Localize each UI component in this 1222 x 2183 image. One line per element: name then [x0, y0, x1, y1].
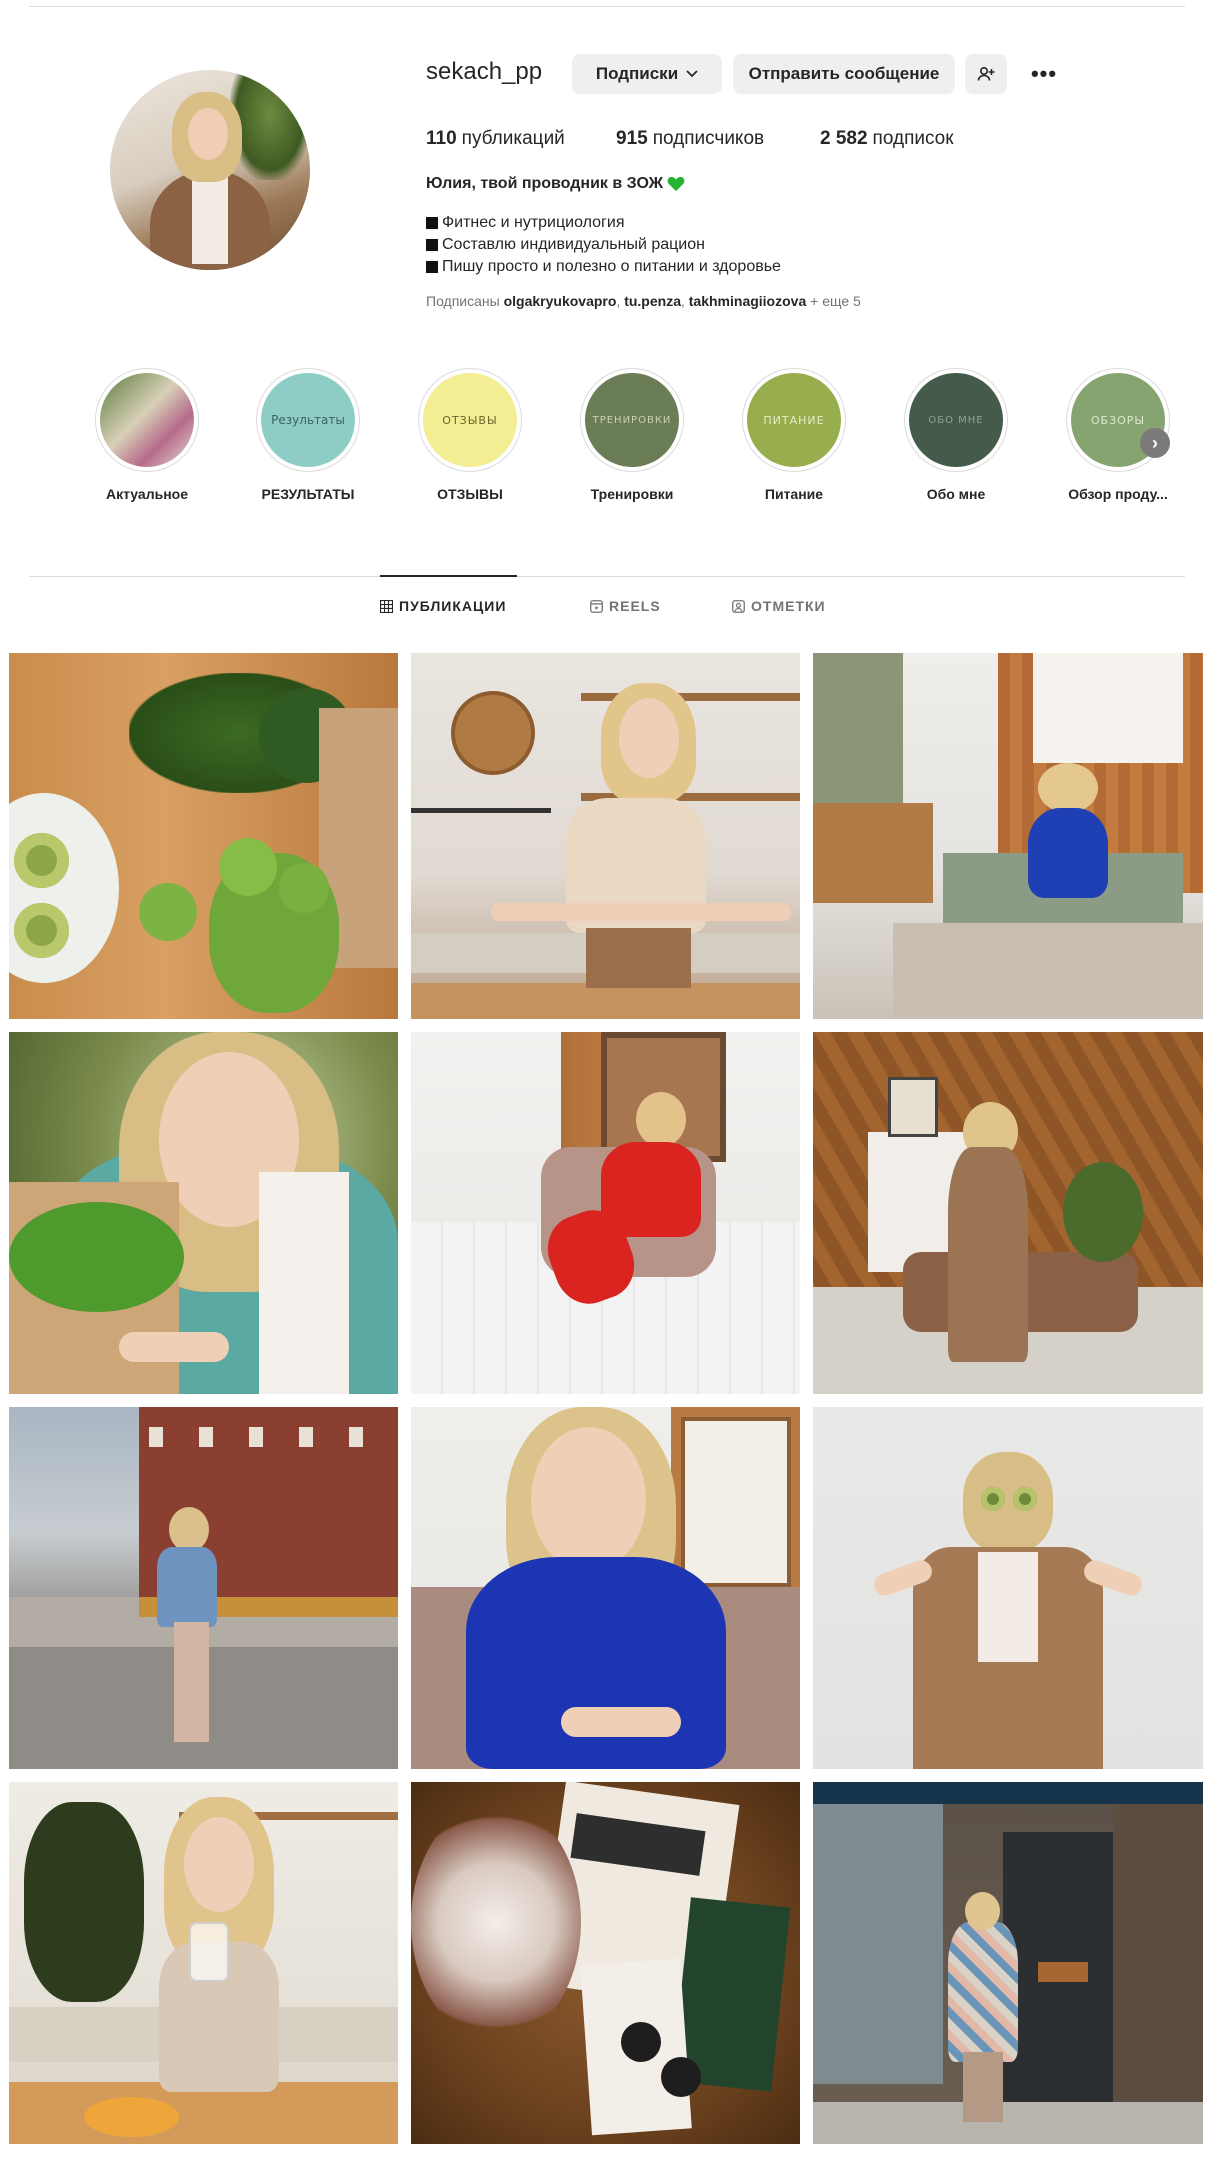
username: sekach_pp [426, 58, 543, 85]
highlight-item[interactable]: ТРЕНИРОВКИ Тренировки [562, 368, 702, 502]
followers-stat[interactable]: 915 подписчиков [616, 128, 764, 150]
tab-posts-label: ПУБЛИКАЦИИ [399, 598, 507, 614]
tab-reels-label: REELS [609, 598, 661, 614]
followers-label: подписчиков [652, 128, 765, 149]
more-options-icon[interactable]: ••• [1028, 58, 1060, 90]
tab-tagged-label: ОТМЕТКИ [751, 598, 826, 614]
tab-reels[interactable]: REELS [590, 598, 661, 614]
highlight-label: ОТЗЫВЫ [437, 486, 503, 502]
green-heart-icon [667, 176, 685, 192]
bio-name: Юлия, твой проводник в ЗОЖ [426, 175, 685, 193]
highlight-item[interactable]: ОБО МНЕ Обо мне [886, 368, 1026, 502]
highlight-cover: ОТЗЫВЫ [423, 373, 517, 467]
bio-line: Пишу просто и полезно о питании и здоров… [426, 256, 781, 278]
posts-count: 110 [426, 128, 457, 149]
post-thumbnail[interactable] [9, 1407, 398, 1769]
followed-by-account[interactable]: takhminagiiozova [689, 293, 806, 309]
post-thumbnail[interactable] [813, 653, 1203, 1019]
highlight-label: Обо мне [926, 486, 986, 502]
top-divider [29, 6, 1185, 7]
post-thumbnail[interactable] [813, 1407, 1203, 1769]
highlight-item[interactable]: Актуальное [77, 368, 217, 502]
post-thumbnail[interactable] [411, 1407, 800, 1769]
highlight-cover: ПИТАНИЕ [747, 373, 841, 467]
followed-by-account[interactable]: tu.penza [624, 293, 681, 309]
tab-posts[interactable]: ПУБЛИКАЦИИ [380, 598, 506, 614]
posts-stat[interactable]: 110 публикаций [426, 128, 565, 150]
bio-line: Составлю индивидуальный рацион [426, 234, 781, 256]
black-square-icon [426, 239, 438, 251]
post-thumbnail[interactable] [813, 1032, 1203, 1394]
post-thumbnail[interactable] [411, 1782, 800, 2144]
followed-by[interactable]: Подписаны olgakryukovapro, tu.penza, tak… [426, 293, 861, 309]
post-thumbnail[interactable] [411, 1032, 800, 1394]
followed-by-account[interactable]: olgakryukovapro [504, 293, 617, 309]
tabs-divider [29, 576, 1185, 577]
grid-icon [380, 599, 393, 613]
add-person-icon [977, 66, 995, 81]
post-thumbnail[interactable] [9, 653, 398, 1019]
send-message-label: Отправить сообщение [748, 64, 940, 83]
highlight-item[interactable]: ПИТАНИЕ Питание [724, 368, 864, 502]
story-highlights: Актуальное Результаты РЕЗУЛЬТАТЫ ОТЗЫВЫ … [60, 368, 1180, 518]
highlight-item[interactable]: ОТЗЫВЫ ОТЗЫВЫ [400, 368, 540, 502]
black-square-icon [426, 261, 438, 273]
highlight-label: РЕЗУЛЬТАТЫ [261, 486, 355, 502]
active-tab-indicator [380, 575, 517, 577]
post-thumbnail[interactable] [9, 1782, 398, 2144]
posts-label: публикаций [461, 128, 565, 149]
highlight-cover: ТРЕНИРОВКИ [585, 373, 679, 467]
chevron-down-icon [686, 70, 698, 78]
followed-by-prefix: Подписаны [426, 293, 500, 309]
black-square-icon [426, 217, 438, 229]
highlight-label: Актуальное [105, 486, 188, 502]
following-button[interactable]: Подписки [572, 54, 722, 94]
reels-icon [590, 599, 603, 613]
highlight-cover: ОБО МНЕ [909, 373, 1003, 467]
bio-line: Фитнес и нутрициология [426, 212, 781, 234]
post-thumbnail[interactable] [813, 1782, 1203, 2144]
following-button-label: Подписки [595, 64, 679, 83]
suggested-accounts-button[interactable] [965, 54, 1007, 94]
send-message-button[interactable]: Отправить сообщение [733, 54, 955, 94]
highlight-cover [100, 373, 194, 467]
tagged-icon [732, 599, 745, 613]
bio-name-text: Юлия, твой проводник в ЗОЖ [426, 175, 664, 192]
highlight-item[interactable]: Результаты РЕЗУЛЬТАТЫ [238, 368, 378, 502]
tab-tagged[interactable]: ОТМЕТКИ [732, 598, 826, 614]
profile-avatar[interactable] [110, 70, 310, 270]
followers-count: 915 [616, 128, 648, 149]
highlight-label: Обзор проду... [1068, 486, 1168, 502]
chevron-right-icon[interactable]: › [1140, 428, 1170, 458]
highlight-label: Питание [764, 486, 824, 502]
following-count: 2 582 [820, 128, 868, 149]
post-thumbnail[interactable] [411, 653, 800, 1019]
post-thumbnail[interactable] [9, 1032, 398, 1394]
bio: Фитнес и нутрициология Составлю индивиду… [426, 212, 781, 278]
following-label: подписок [872, 128, 954, 149]
highlight-label: Тренировки [590, 486, 674, 502]
followed-by-more[interactable]: + еще 5 [810, 293, 861, 309]
highlight-cover: Результаты [261, 373, 355, 467]
following-stat[interactable]: 2 582 подписок [820, 128, 954, 150]
